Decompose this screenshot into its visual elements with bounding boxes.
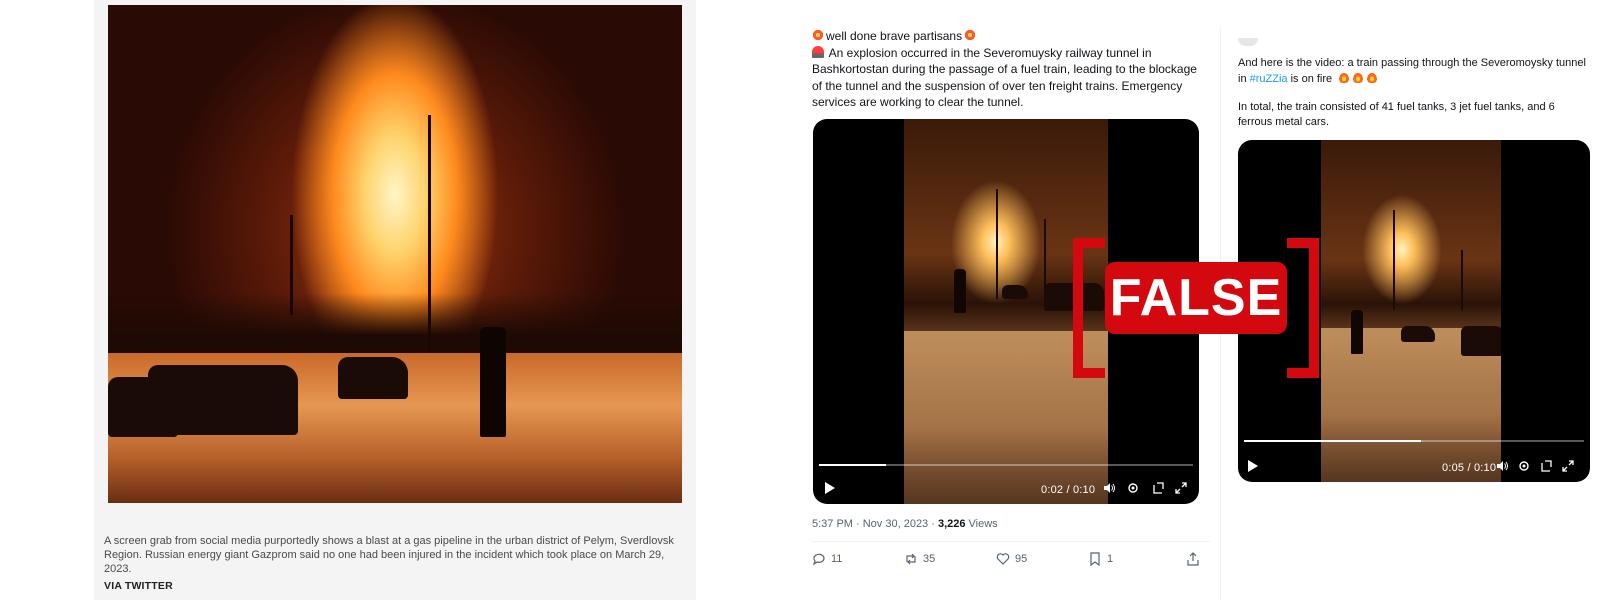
volume-icon[interactable] [1103,482,1115,494]
tweet-2-text-part2: is on fire [1287,72,1333,85]
tweet-1-text: well done brave partisans An explosion o… [812,28,1210,111]
bookmark-icon [1090,552,1100,566]
fire-emoji-icon [1338,70,1351,83]
video-pole [1461,250,1463,310]
bookmark-button[interactable]: 1 [1088,552,1113,566]
video-pole [1393,210,1395,310]
bookmark-count: 1 [1107,553,1114,565]
tweet-1-timestamp[interactable]: 5:37 PM · Nov 30, 2023 · [812,518,938,530]
photo-utility-pole [428,115,431,385]
photo-treeline [108,293,682,353]
video-progress-fill [1244,440,1421,442]
tweet-1-body: An explosion occurred in the Severomuysk… [812,45,1197,110]
video-frame [1321,140,1501,482]
like-button[interactable]: 95 [996,552,1027,566]
tweet-1-views-label: Views [965,518,998,530]
photo-car [108,377,178,437]
tweet-1-meta: 5:37 PM · Nov 30, 2023 · 3,226 Views [812,518,998,530]
video-pole [996,189,998,299]
settings-gear-icon[interactable] [1127,482,1139,494]
news-article-panel: A screen grab from social media purporte… [94,0,696,600]
explosion-photo [108,5,682,503]
tweet-2-para2: In total, the train consisted of 41 fuel… [1238,101,1555,128]
false-rating-stamp: FALSE [1073,238,1319,378]
reply-icon [812,553,825,566]
reply-count: 11 [831,553,843,565]
collision-emoji-icon [964,29,977,41]
fullscreen-icon[interactable] [1175,482,1187,494]
collision-emoji-icon [812,29,824,41]
video-car [1461,326,1501,356]
tweet-1-headline: well done brave partisans [826,29,963,43]
photo-car [338,357,408,399]
share-icon [1187,552,1199,566]
video-car [1002,285,1028,299]
tweet-2-text: And here is the video: a train passing t… [1238,56,1590,129]
video-pole [1044,219,1046,289]
fire-emoji-icon [1352,70,1365,83]
repost-icon [906,553,916,565]
photo-person-silhouette [480,327,506,437]
repost-button[interactable]: 35 [904,552,935,566]
stamp-left-bracket [1073,238,1105,378]
video-controls: 0:02 / 0:10 [813,460,1199,504]
fullscreen-icon[interactable] [1562,460,1574,472]
siren-emoji-icon [812,45,824,58]
video-progress-bar[interactable] [1244,440,1584,442]
heart-icon [996,553,1010,565]
avatar[interactable] [1238,38,1258,46]
reply-button[interactable]: 11 [812,552,842,566]
volume-icon[interactable] [1496,460,1508,472]
video-person-silhouette [954,269,966,313]
video-time: 0:02 / 0:10 [1041,484,1096,496]
video-time: 0:05 / 0:10 [1442,462,1497,474]
stamp-right-bracket [1287,238,1319,378]
picture-in-picture-icon[interactable] [1540,460,1552,472]
fire-emoji-icon [1366,70,1379,83]
share-button[interactable] [1186,552,1200,566]
photo-utility-pole [290,215,293,315]
play-icon[interactable] [1248,460,1258,472]
video-person-silhouette [1351,310,1363,354]
video-progress-bar[interactable] [819,464,1193,466]
picture-in-picture-icon[interactable] [1152,482,1164,494]
photo-credit: VIA TWITTER [104,580,173,592]
repost-count: 35 [923,553,936,565]
tweet-1-views-count: 3,226 [937,518,966,530]
video-controls: 0:05 / 0:10 [1238,438,1590,482]
photo-caption: A screen grab from social media purporte… [104,535,674,575]
tweet-1-action-bar: 11 35 95 1 [812,541,1210,570]
play-icon[interactable] [825,482,835,494]
video-car [1401,326,1435,342]
like-count: 95 [1015,553,1028,565]
video-progress-fill [819,464,887,466]
settings-gear-icon[interactable] [1518,460,1530,472]
false-label: FALSE [1105,262,1287,334]
hashtag-link[interactable]: #ruZZia [1250,73,1288,85]
